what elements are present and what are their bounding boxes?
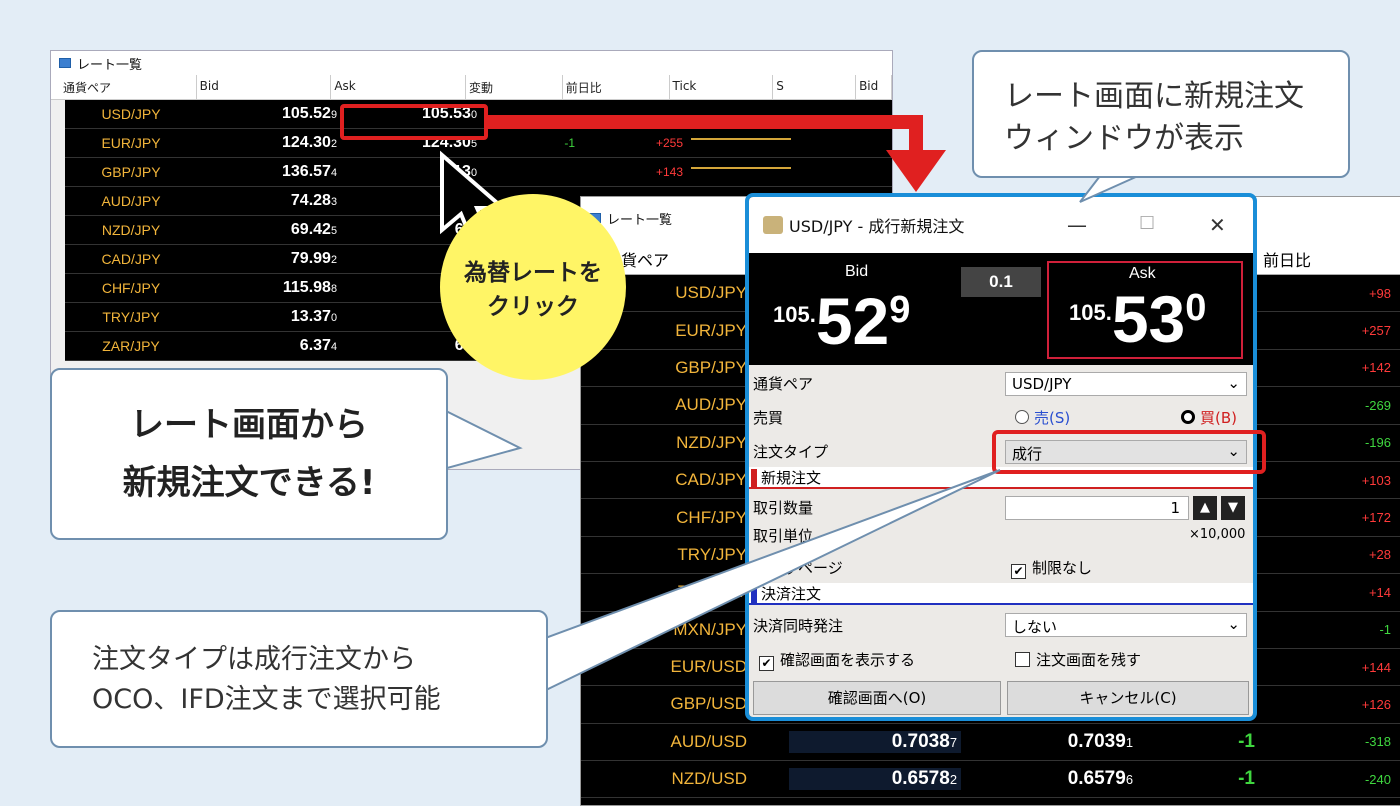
callout-left-main-text: レート画面から 新規注文できる! — [122, 405, 376, 503]
callout-yellow-text: 為替レートを クリック — [464, 260, 602, 320]
callout-top-right-text: レート画面に新規注文 ウィンドウが表示 — [1004, 79, 1304, 156]
callout-top-right: レート画面に新規注文 ウィンドウが表示 — [972, 50, 1350, 178]
callout-bottom-left: 注文タイプは成行注文から OCO、IFD注文まで選択可能 — [50, 610, 548, 748]
callout-bottom-left-text: 注文タイプは成行注文から OCO、IFD注文まで選択可能 — [92, 644, 441, 715]
callout-left-main: レート画面から 新規注文できる! — [50, 368, 448, 540]
callout-yellow-circle: 為替レートを クリック — [440, 194, 626, 380]
